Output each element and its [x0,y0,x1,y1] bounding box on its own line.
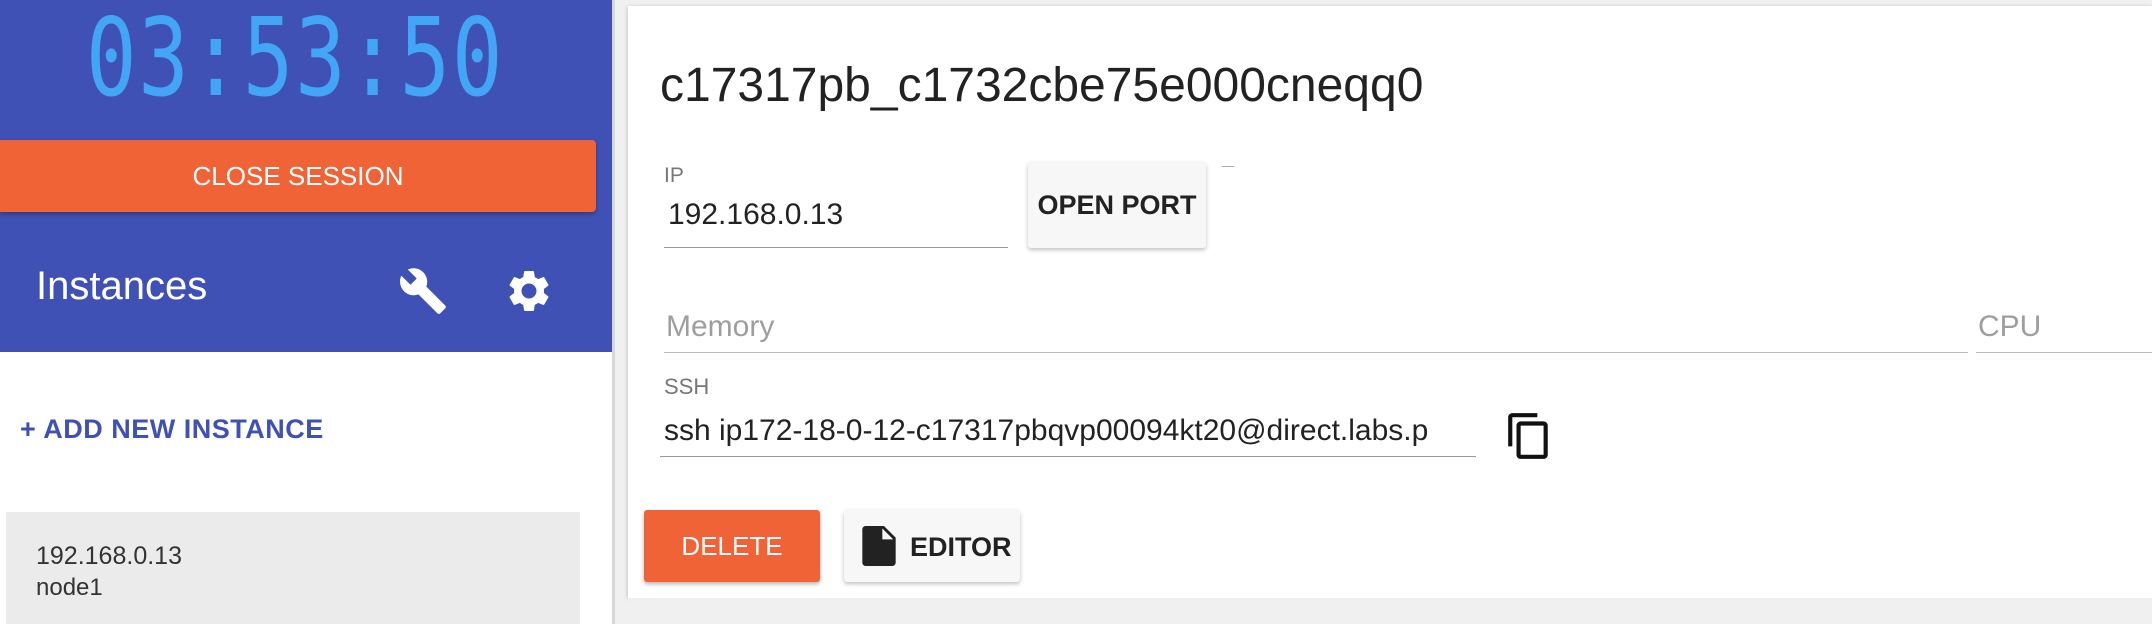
instance-title: c17317pb_c1732cbe75e000cneqq0 [660,59,1424,112]
sidebar-header: 03:53:50 CLOSE SESSION Instances [0,0,612,352]
gear-icon[interactable] [504,266,554,316]
delete-button[interactable]: DELETE [644,510,820,582]
page-background-strip [628,598,2152,624]
cpu-field-underline [1976,352,2152,353]
wrench-icon[interactable] [398,266,448,316]
ssh-label: SSH [664,374,710,399]
cpu-field[interactable]: CPU [1978,310,2041,344]
memory-field[interactable]: Memory [666,310,774,344]
ip-field[interactable]: 192.168.0.13 [668,198,843,232]
port-divider [1222,166,1234,167]
sidebar: 03:53:50 CLOSE SESSION Instances + ADD N… [0,0,612,624]
instance-ip: 192.168.0.13 [36,542,182,570]
add-new-instance-link[interactable]: + ADD NEW INSTANCE [20,414,324,445]
instance-list-item[interactable]: 192.168.0.13 node1 [6,512,580,624]
ip-label: IP [664,164,684,187]
ssh-field-underline [660,456,1476,457]
session-timer: 03:53:50 [85,0,505,121]
editor-button-label: EDITOR [910,532,1012,562]
instance-details-card: c17317pb_c1732cbe75e000cneqq0 IP 192.168… [628,6,2152,598]
editor-button[interactable]: EDITOR [844,510,1020,582]
sidebar-divider [612,0,615,624]
close-session-button[interactable]: CLOSE SESSION [0,140,596,212]
instance-name: node1 [36,574,103,601]
file-icon [862,526,896,566]
open-port-button[interactable]: OPEN PORT [1028,162,1206,248]
instances-title: Instances [36,264,208,308]
memory-field-underline [664,352,1968,353]
ssh-field[interactable]: ssh ip172-18-0-12-c17317pbqvp00094kt20@d… [664,414,1472,448]
copy-icon[interactable] [1504,410,1554,462]
ip-field-underline [664,247,1008,248]
